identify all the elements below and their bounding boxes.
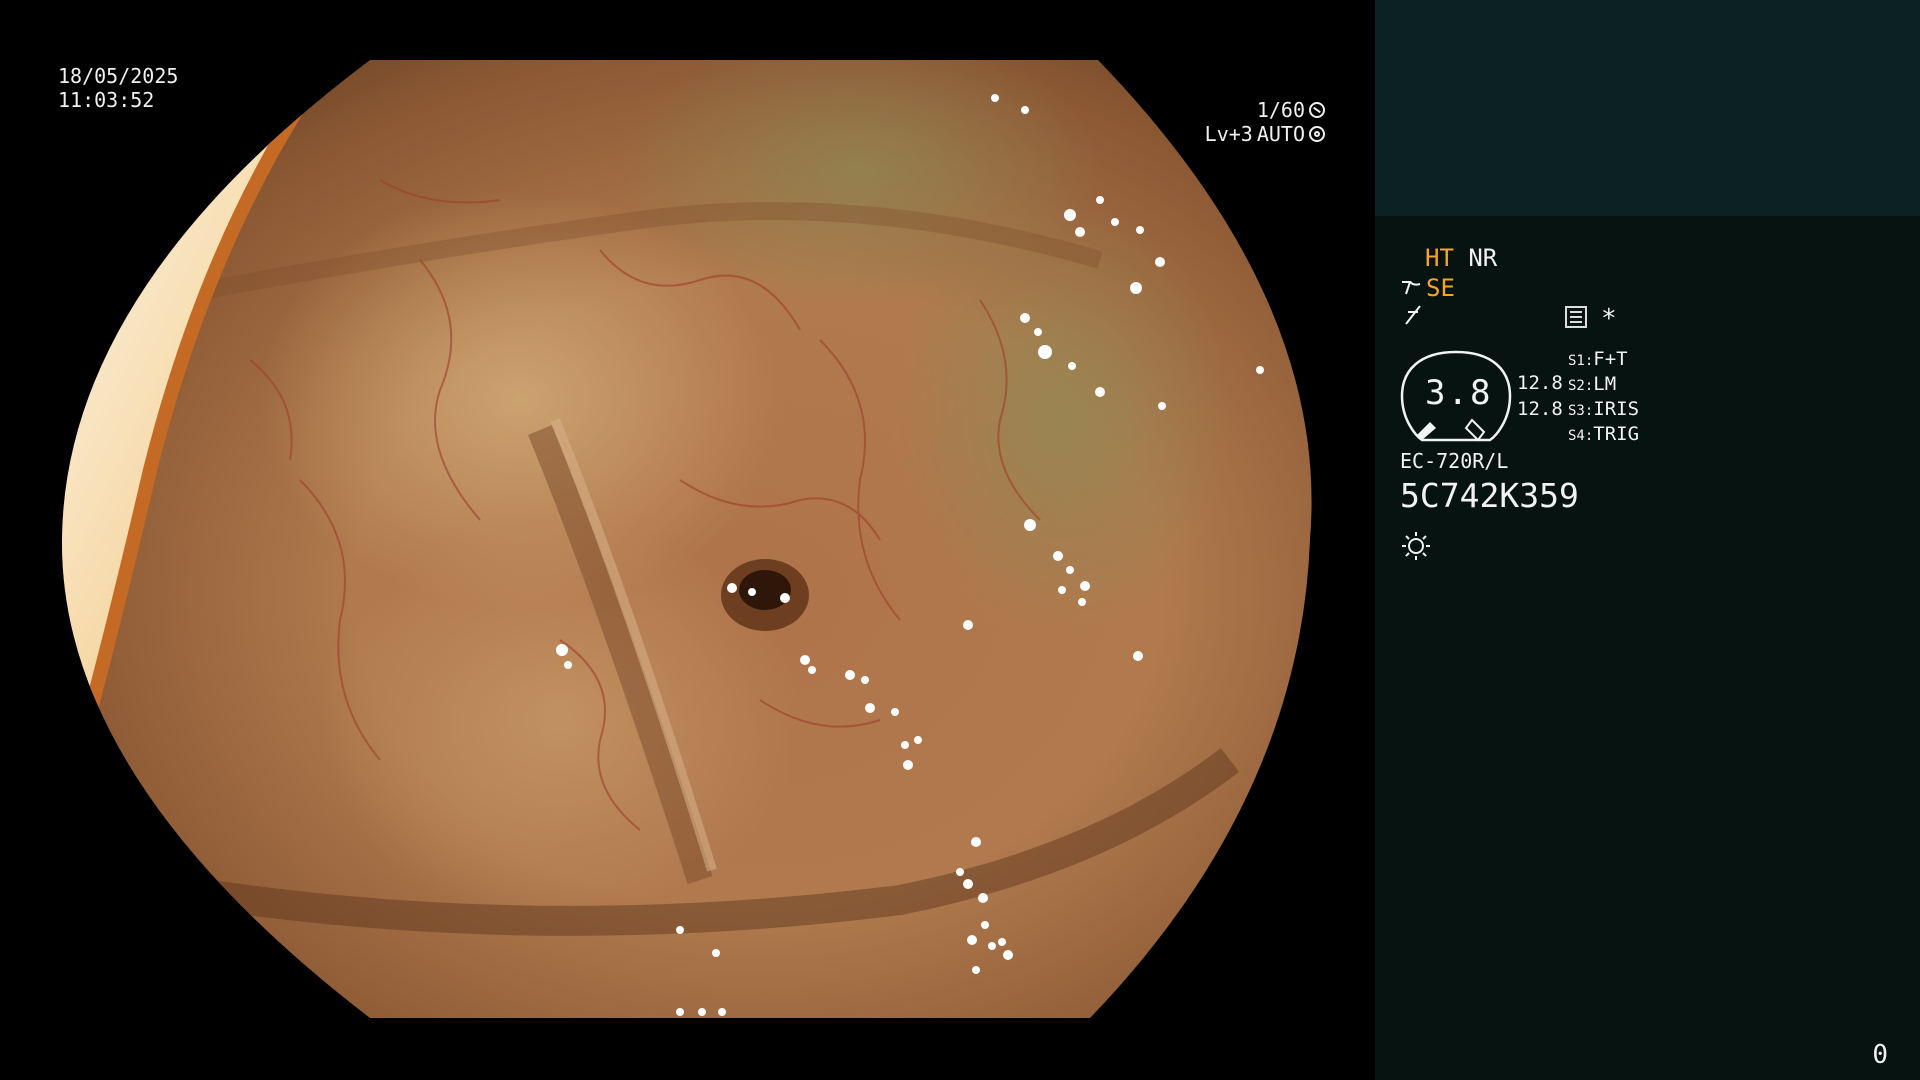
light-icon [1402,532,1430,560]
switch-s4: S4:TRIG [1568,423,1640,445]
scope-serial-number: 5C742K359 [1400,476,1579,515]
scope-model: EC-720R/L [1400,449,1509,473]
exposure-overlay: 1/60 Lv+3 AUTO [1205,98,1325,146]
info-panel-header [1375,0,1920,216]
zoom-value: 3.8 [1425,373,1493,413]
time-text: 11:03:52 [58,88,155,112]
level-value-a: 12.8 [1517,372,1563,394]
endoscope-view: 18/05/2025 11:03:52 1/60 Lv+3 AUTO [0,0,1375,1080]
switch-s2: S2:LM [1568,373,1617,395]
iris-icon [1309,126,1325,142]
image-mode-row: HT NR [1425,244,1497,272]
brightness-level-text: Lv+3 [1204,122,1253,146]
menu-icon [1565,306,1587,328]
date-text: 18/05/2025 [58,64,179,88]
nr-mode-label: NR [1468,244,1498,272]
frame-counter: 0 [1872,1040,1888,1070]
switch-s1: S1:F+T [1568,348,1628,370]
se-mode-label: SE [1426,274,1455,302]
ht-mode-label: HT [1425,244,1454,272]
shutter-speed-text: 1/60 [1256,98,1305,122]
endoscopic-image [61,60,1312,1018]
info-panel: HT NR SE * 3.8 12.8 12.8 S1:F+T S2:LM S3… [1375,0,1920,1080]
exposure-mode-text: AUTO [1256,122,1305,146]
se-mode-row: SE [1400,274,1455,302]
level-value-b: 12.8 [1517,398,1563,420]
shutter-icon [1309,102,1325,118]
structure-enhance-icon [1402,281,1421,295]
sharpness-icon [1402,304,1424,332]
star-indicator: * [1601,304,1617,334]
date-time-overlay: 18/05/2025 11:03:52 [58,64,178,112]
switch-s3: S3:IRIS [1568,398,1640,420]
